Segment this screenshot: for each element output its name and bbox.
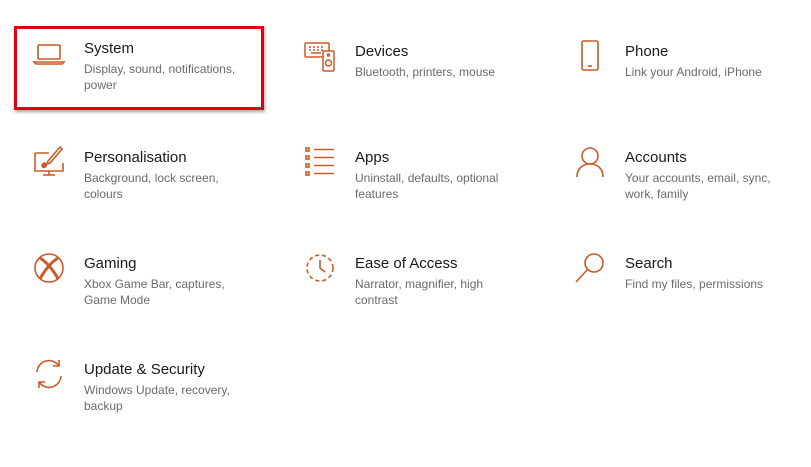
ease-of-access-icon — [303, 251, 337, 285]
tile-ease-of-access[interactable]: Ease of Access Narrator, magnifier, high… — [285, 241, 535, 325]
tile-apps[interactable]: Apps Uninstall, defaults, optional featu… — [285, 135, 535, 219]
person-icon — [573, 145, 607, 179]
tile-update-security[interactable]: Update & Security Windows Update, recove… — [14, 347, 264, 431]
tile-description: Bluetooth, printers, mouse — [355, 65, 496, 79]
tile-title: System — [84, 40, 135, 57]
tile-title: Phone — [625, 43, 669, 60]
tile-title: Search — [625, 255, 673, 272]
apps-list-icon — [303, 145, 337, 179]
magnifier-icon — [573, 251, 607, 285]
laptop-icon — [32, 36, 66, 70]
tile-title: Apps — [355, 149, 390, 166]
tile-description: Windows Update, recovery, backup — [84, 383, 230, 413]
tile-gaming[interactable]: Gaming Xbox Game Bar, captures, Game Mod… — [14, 241, 264, 325]
tile-description: Link your Android, iPhone — [625, 65, 762, 79]
personalisation-icon — [32, 145, 66, 179]
tile-system[interactable]: System Display, sound, notifications, po… — [14, 26, 264, 110]
tile-title: Update & Security — [84, 361, 205, 378]
tile-title: Devices — [355, 43, 409, 60]
tile-title: Personalisation — [84, 149, 187, 166]
phone-icon — [573, 39, 607, 73]
tile-description: Find my files, permissions — [625, 277, 764, 291]
tile-devices[interactable]: Devices Bluetooth, printers, mouse — [285, 29, 535, 113]
tile-title: Gaming — [84, 255, 137, 272]
devices-icon — [303, 39, 337, 73]
tile-description: Display, sound, notifications, power — [84, 62, 236, 92]
tile-search[interactable]: Search Find my files, permissions — [555, 241, 805, 325]
tile-description: Background, lock screen, colours — [84, 171, 219, 201]
update-icon — [32, 357, 66, 391]
tile-description: Xbox Game Bar, captures, Game Mode — [84, 277, 225, 307]
tile-personalisation[interactable]: Personalisation Background, lock screen,… — [14, 135, 264, 219]
tile-description: Uninstall, defaults, optional features — [355, 171, 499, 201]
tile-description: Narrator, magnifier, high contrast — [355, 277, 484, 307]
tile-title: Accounts — [625, 149, 687, 166]
tile-accounts[interactable]: Accounts Your accounts, email, sync, wor… — [555, 135, 805, 219]
tile-title: Ease of Access — [355, 255, 458, 272]
tile-description: Your accounts, email, sync, work, family — [625, 171, 771, 201]
xbox-icon — [32, 251, 66, 285]
tile-phone[interactable]: Phone Link your Android, iPhone — [555, 29, 805, 113]
